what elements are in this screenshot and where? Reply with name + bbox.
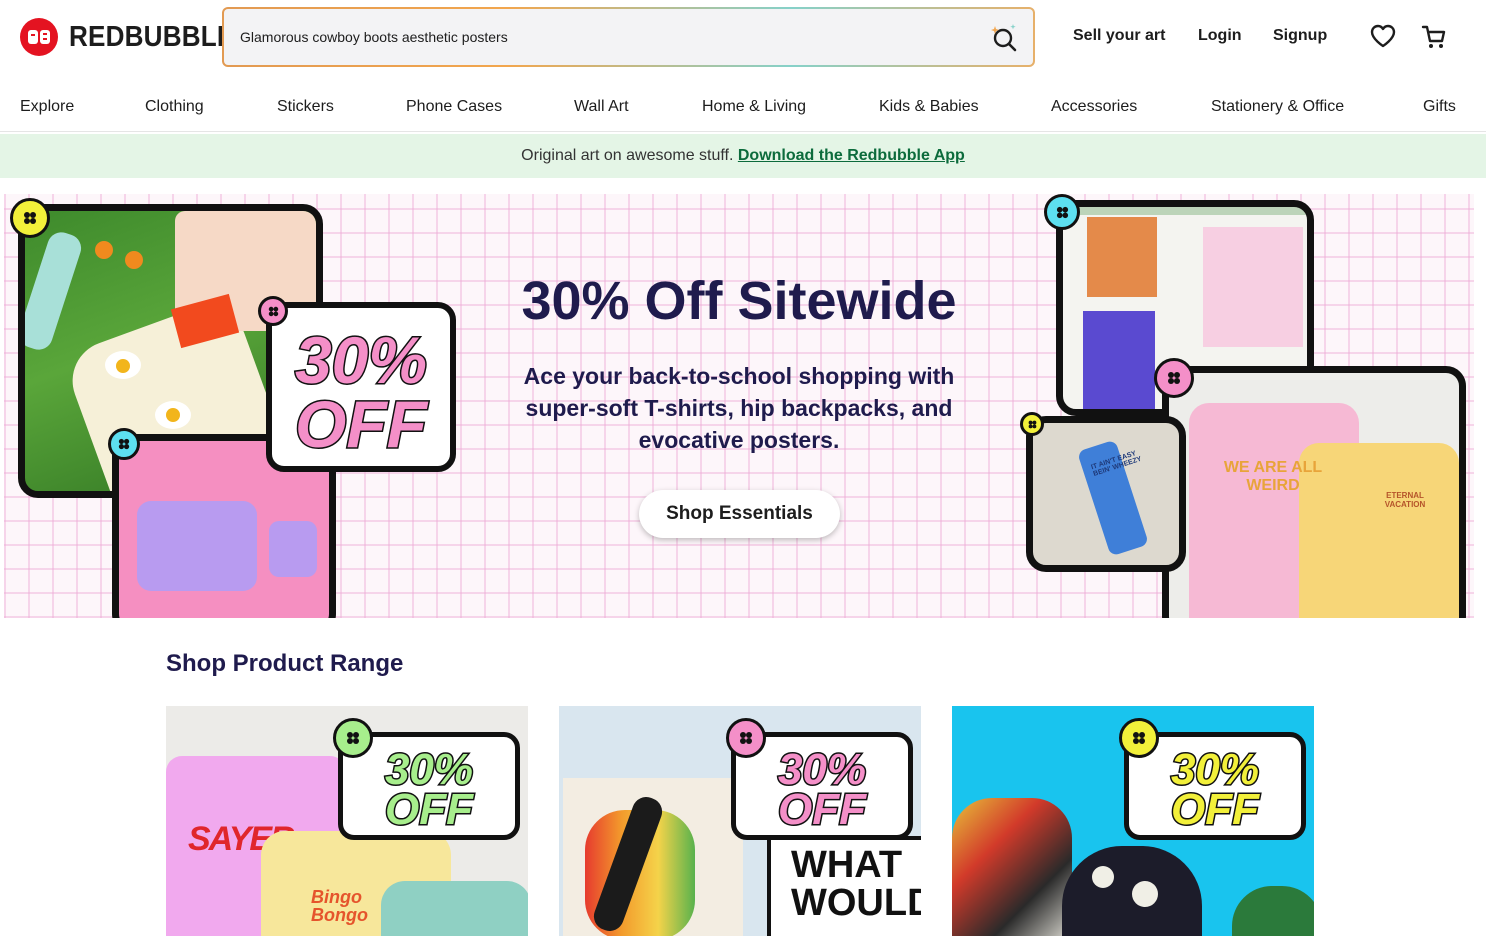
hero-subtitle: Ace your back-to-school shopping with su…: [523, 363, 955, 453]
nav-item-explore[interactable]: Explore: [20, 98, 74, 116]
card3-badge-off: OFF: [1170, 784, 1261, 836]
product-card-posters[interactable]: WHAT WOULD 30% OFF: [559, 706, 921, 936]
hero-title: 30% Off Sitewide: [521, 271, 957, 331]
hero-discount-badge: 30% OFF: [266, 302, 456, 472]
tee2-text: ETERNAL VACATION: [1384, 491, 1426, 509]
logo-text: REDBUBBLE: [69, 20, 235, 53]
search-icon[interactable]: [991, 24, 1019, 52]
pin-pink-icon: [258, 296, 288, 326]
hero-photo-tees: WE ARE ALL WEIRD ETERNAL VACATION: [1162, 366, 1466, 618]
sell-your-art-link[interactable]: Sell your art: [1073, 27, 1165, 45]
signup-link[interactable]: Signup: [1273, 27, 1327, 45]
pin-cyan-icon-2: [1044, 194, 1080, 230]
promo-strip: Original art on awesome stuff. Download …: [0, 134, 1486, 178]
nav-item-home-living[interactable]: Home & Living: [702, 98, 806, 116]
login-link[interactable]: Login: [1198, 27, 1242, 45]
card1-badge-off: OFF: [384, 784, 475, 836]
hero-photo-sticker: IT AIN'T EASY BEIN' WHEEZY: [1026, 416, 1186, 572]
pin-cyan-icon: [108, 428, 140, 460]
nav-item-kids-babies[interactable]: Kids & Babies: [879, 98, 979, 116]
hero-banner[interactable]: 30% OFF 30% Off Sitewide Ace your back-t…: [4, 194, 1474, 618]
tee-text: WE ARE ALL WEIRD: [1223, 459, 1323, 494]
redbubble-logo[interactable]: REDBUBBLE: [20, 18, 253, 56]
shop-essentials-button[interactable]: Shop Essentials: [639, 490, 840, 538]
redbubble-logo-icon: [20, 18, 58, 56]
search-input[interactable]: [240, 9, 940, 65]
nav-item-wall-art[interactable]: Wall Art: [574, 98, 629, 116]
product-card-tshirts[interactable]: SAYER Bingo Bongo 30% OFF: [166, 706, 528, 936]
card1-pin-icon: [333, 718, 373, 758]
nav-item-gifts[interactable]: Gifts: [1423, 98, 1456, 116]
pin-yellow-icon: [10, 198, 50, 238]
download-app-link[interactable]: Download the Redbubble App: [738, 147, 965, 164]
card3-pin-icon: [1119, 718, 1159, 758]
heart-icon[interactable]: [1370, 24, 1396, 48]
badge-off: OFF: [294, 386, 429, 463]
pin-pink-icon-2: [1154, 358, 1194, 398]
nav-item-accessories[interactable]: Accessories: [1051, 98, 1137, 116]
card2-art-text: WHAT WOULD: [791, 844, 921, 924]
nav-item-phone-cases[interactable]: Phone Cases: [406, 98, 502, 116]
product-card-backpacks[interactable]: 30% OFF: [952, 706, 1314, 936]
site-header: REDBUBBLE Sell your art Login Signup: [0, 0, 1486, 74]
nav-item-clothing[interactable]: Clothing: [145, 98, 204, 116]
category-nav: Explore Clothing Stickers Phone Cases Wa…: [0, 88, 1486, 132]
card2-badge-off: OFF: [777, 784, 868, 836]
section-title: Shop Product Range: [166, 650, 404, 677]
search-bar[interactable]: [222, 7, 1035, 67]
pin-yellow-icon-2: [1020, 412, 1044, 436]
nav-item-stationery-office[interactable]: Stationery & Office: [1211, 98, 1344, 116]
nav-item-stickers[interactable]: Stickers: [277, 98, 334, 116]
cart-icon[interactable]: [1421, 24, 1447, 50]
card1-art-text2: Bingo Bongo: [311, 887, 368, 925]
card2-pin-icon: [726, 718, 766, 758]
strip-text: Original art on awesome stuff.: [521, 147, 734, 164]
